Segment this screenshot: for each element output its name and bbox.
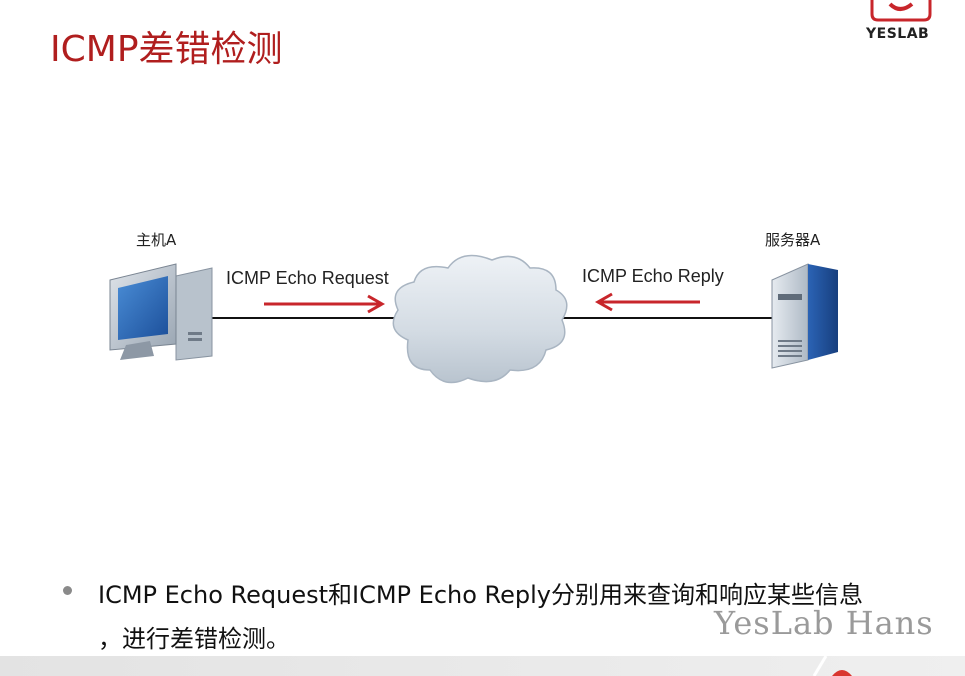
- echo-request-arrow: [264, 294, 386, 314]
- server-label: 服务器A: [765, 231, 821, 249]
- bullet-text-line2: ，进行差错检测。: [98, 625, 290, 653]
- watermark: YesLab Hans: [714, 604, 934, 642]
- network-cloud-icon: [392, 254, 568, 384]
- echo-request-label: ICMP Echo Request: [226, 268, 389, 288]
- footer-logo-mark: [812, 656, 852, 676]
- bullet-icon: [63, 586, 72, 595]
- host-label: 主机A: [136, 231, 177, 249]
- server-icon: [771, 263, 838, 369]
- host-computer-icon: [109, 263, 213, 361]
- echo-reply-label: ICMP Echo Reply: [582, 266, 724, 286]
- echo-reply-arrow: [594, 292, 700, 312]
